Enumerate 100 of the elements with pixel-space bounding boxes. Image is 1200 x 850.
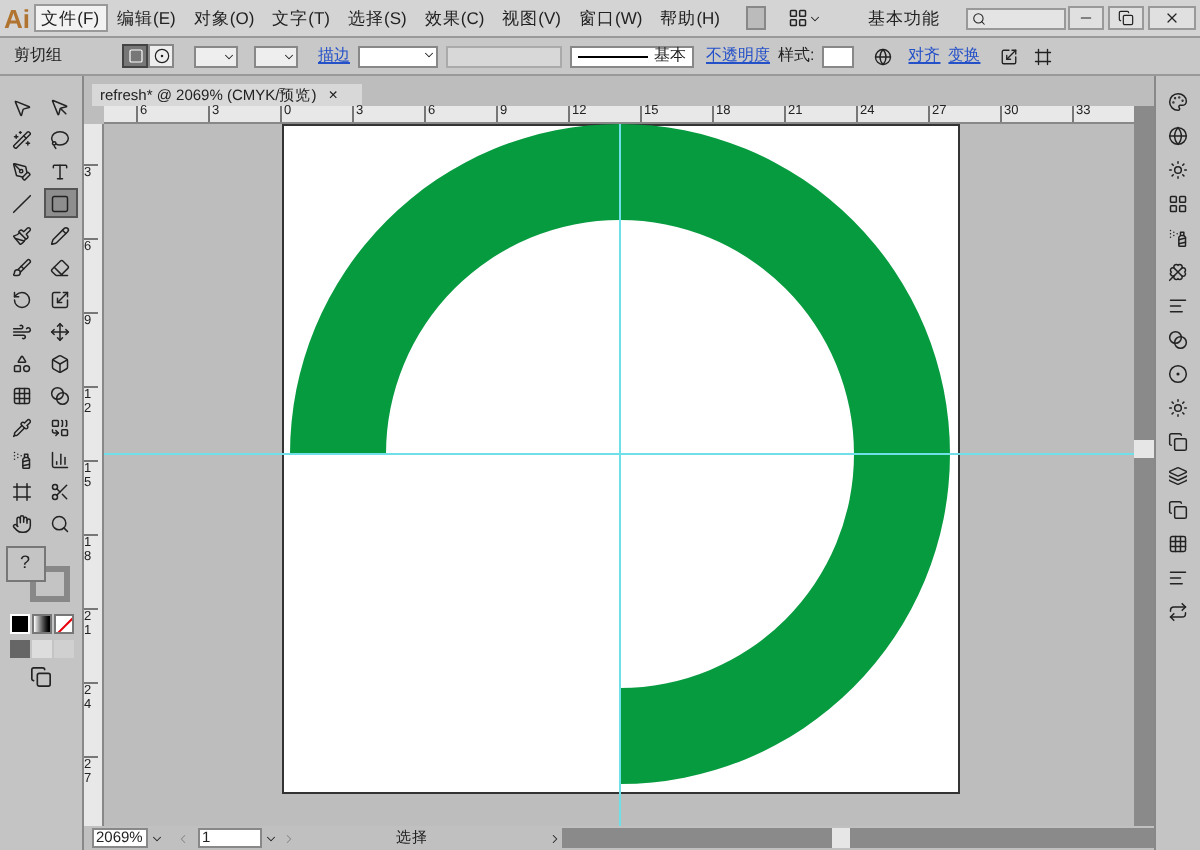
caret-icon xyxy=(422,47,436,61)
none-swatch[interactable] xyxy=(53,614,73,634)
stroke-toggle[interactable] xyxy=(148,44,174,68)
pen-icon xyxy=(12,161,32,181)
next-icon xyxy=(282,831,296,845)
text-icon xyxy=(50,161,70,181)
scissors-icon xyxy=(50,481,70,501)
tab-close[interactable]: × xyxy=(328,87,338,103)
grid-icon xyxy=(1168,534,1188,554)
stroke-weight-field[interactable] xyxy=(358,45,438,67)
cube-icon xyxy=(50,353,70,373)
menu-item[interactable]: 对象(O) xyxy=(185,4,263,32)
horizontal-scrollbar[interactable] xyxy=(562,828,1154,848)
rectangle-icon xyxy=(50,193,70,213)
opacity-link[interactable]: 不透明度 xyxy=(706,44,770,68)
style-label: 样式: xyxy=(778,44,815,68)
rotate-icon xyxy=(12,289,32,309)
align-icon xyxy=(1168,568,1188,588)
copy-icon xyxy=(1168,500,1188,520)
arrange-button[interactable] xyxy=(788,8,823,28)
menu-item[interactable]: 效果(C) xyxy=(416,4,493,32)
target-icon xyxy=(153,48,169,64)
gradient-swatch[interactable] xyxy=(31,614,51,634)
panel-button[interactable] xyxy=(1168,432,1188,452)
lines-icon xyxy=(1168,296,1188,316)
transform-link[interactable]: 变换 xyxy=(948,44,981,68)
wind-icon xyxy=(12,321,32,341)
caret-icon xyxy=(808,11,823,25)
restore-icon xyxy=(1118,10,1134,26)
panel-button[interactable] xyxy=(1168,398,1188,418)
panel-button[interactable] xyxy=(1168,262,1188,282)
club-icon xyxy=(1168,262,1188,282)
stroke-dropdown[interactable] xyxy=(254,45,298,67)
scroll-thumb[interactable] xyxy=(832,828,850,848)
globe-icon xyxy=(1168,126,1188,146)
color-swatch[interactable] xyxy=(9,614,29,634)
sun-icon xyxy=(1168,398,1188,418)
menu-item[interactable]: 帮助(H) xyxy=(652,4,729,32)
panel-button[interactable] xyxy=(1168,92,1188,112)
panel-button[interactable] xyxy=(1168,194,1188,214)
palette-icon xyxy=(1168,92,1188,112)
circle-icon xyxy=(1168,364,1188,384)
bar-chart-icon xyxy=(50,449,70,469)
panel-button[interactable] xyxy=(1168,364,1188,384)
brush-label: 基本 xyxy=(654,44,686,68)
restore-button[interactable] xyxy=(1108,6,1144,30)
menu-item[interactable]: 文件(F) xyxy=(33,4,108,32)
caret-icon xyxy=(150,831,164,845)
panel-button[interactable] xyxy=(1168,296,1188,316)
eyedropper-icon xyxy=(12,417,32,437)
brush-icon xyxy=(12,257,32,277)
screens-icon xyxy=(30,666,52,688)
menu-item[interactable]: 窗口(W) xyxy=(571,4,651,32)
grid-icon xyxy=(12,385,32,405)
pencil-icon xyxy=(50,225,70,245)
fill-dropdown[interactable] xyxy=(194,45,238,67)
panel-button[interactable] xyxy=(1168,568,1188,588)
frame-icon xyxy=(12,481,32,501)
lasso-icon xyxy=(50,129,70,149)
screen-mode-button[interactable] xyxy=(30,666,52,688)
brush-dropdown[interactable]: 基本 xyxy=(570,45,694,67)
fill-toggle[interactable] xyxy=(122,44,148,68)
panel-button[interactable] xyxy=(1168,126,1188,146)
tool-button[interactable] xyxy=(43,188,77,218)
menu-item[interactable]: 编辑(E) xyxy=(109,4,184,32)
move-icon xyxy=(50,321,70,341)
search-icon xyxy=(972,11,987,25)
eraser-icon xyxy=(50,257,70,277)
grid-icon xyxy=(788,8,809,28)
caret-icon xyxy=(282,49,296,63)
style-dropdown[interactable] xyxy=(822,45,855,67)
blend-icon xyxy=(50,417,70,437)
panel-button[interactable] xyxy=(1168,466,1188,486)
vertical-scrollbar[interactable] xyxy=(1134,106,1154,826)
menu-item[interactable]: 选择(S) xyxy=(340,4,415,32)
arrow-icon xyxy=(50,97,70,117)
panel-button[interactable] xyxy=(1168,534,1188,554)
grid-icon xyxy=(1168,194,1188,214)
align-link[interactable]: 对齐 xyxy=(908,44,941,68)
selection-label: 剪切组 xyxy=(14,44,64,68)
brush-icon xyxy=(12,225,32,245)
wand-icon xyxy=(12,129,32,149)
workspace-switcher[interactable]: 基本功能 xyxy=(868,5,941,31)
panel-button[interactable] xyxy=(1168,160,1188,180)
search-field[interactable] xyxy=(966,7,1066,29)
previous-icon xyxy=(176,831,190,845)
globe-icon xyxy=(874,47,893,65)
line-icon xyxy=(12,193,32,213)
hand-icon xyxy=(12,513,32,533)
fill-swatch[interactable]: ? xyxy=(5,546,45,582)
shapes-icon xyxy=(12,353,32,373)
scroll-thumb[interactable] xyxy=(1134,440,1154,458)
caret-icon xyxy=(264,831,278,845)
menu-item[interactable]: 视图(V) xyxy=(494,4,570,32)
arrow-icon xyxy=(12,97,32,117)
caret-icon xyxy=(222,49,236,63)
panel-button[interactable] xyxy=(1168,500,1188,520)
close-icon xyxy=(1164,10,1180,26)
stroke-link[interactable]: 描边 xyxy=(318,44,350,68)
menu-item[interactable]: 文字(T) xyxy=(264,4,339,32)
